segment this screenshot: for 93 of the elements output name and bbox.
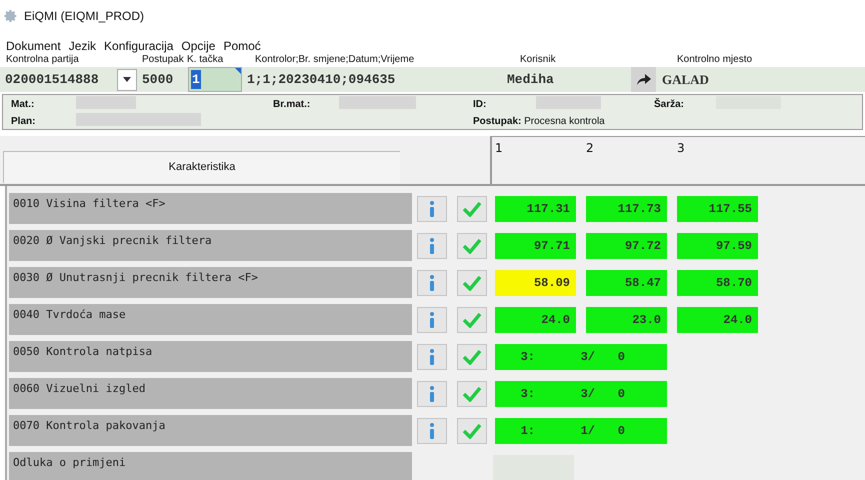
dropdown-button[interactable] — [117, 68, 137, 90]
plan-label: Plan: — [11, 115, 36, 129]
characteristic-label: 0070 Kontrola pakovanja — [9, 415, 412, 446]
batch-label: Šarža: — [654, 97, 684, 112]
user-value: Mediha — [507, 70, 555, 89]
location-label: Kontrolno mjesto — [677, 54, 752, 66]
checkmark-icon — [462, 423, 482, 439]
procedure-value: 5000 — [142, 70, 174, 89]
count-total: 3: — [520, 386, 535, 403]
controller-label: Kontrolor;Br. smjene;Datum;Vrijeme — [255, 54, 414, 66]
controller-value: 1;1;20230410;094635 — [247, 70, 396, 89]
info-button[interactable] — [417, 381, 447, 407]
checkmark-icon — [462, 275, 482, 291]
column-header: Karakteristika — [3, 151, 400, 183]
procedure-info: Postupak: Procesna kontrola — [473, 115, 605, 129]
check-button[interactable] — [457, 344, 487, 370]
corner-marker-icon — [235, 68, 241, 74]
info-button[interactable] — [417, 344, 447, 370]
info-icon — [429, 349, 435, 365]
column-header: 2 — [585, 140, 595, 157]
redacted-value — [76, 96, 136, 109]
characteristic-label: Odluka o primjeni — [9, 452, 412, 480]
menu-item[interactable]: Jezik — [68, 37, 96, 53]
checkmark-icon — [462, 386, 482, 402]
checkmark-icon — [462, 201, 482, 217]
id-label: ID: — [473, 98, 486, 112]
share-button[interactable] — [631, 67, 656, 92]
info-button[interactable] — [417, 196, 447, 222]
checkmark-icon — [462, 349, 482, 365]
measurement-value: 58.09 — [495, 270, 576, 296]
menu-item[interactable]: Konfiguracija — [104, 37, 174, 53]
material-number-label: Br.mat.: — [273, 98, 310, 112]
characteristic-label: 0050 Kontrola natpisa — [9, 341, 412, 372]
count-ok: 1/ — [580, 423, 595, 440]
caret-icon — [123, 77, 131, 82]
measurement-value: 24.0 — [495, 307, 576, 333]
column-header: 1 — [494, 140, 504, 157]
characteristic-label: 0020 Ø Vanjski precnik filtera — [9, 230, 412, 261]
measurement-value: 58.47 — [586, 270, 667, 296]
location-value: GALAD — [662, 70, 709, 89]
redacted-value — [536, 96, 601, 109]
info-button[interactable] — [417, 270, 447, 296]
column-header: 3 — [676, 140, 686, 157]
measurement-value: 97.72 — [586, 233, 667, 259]
procedure-label: Postupak — [142, 54, 184, 66]
info-button[interactable] — [417, 418, 447, 444]
count-failed: 0 — [616, 386, 625, 403]
info-icon — [429, 238, 435, 254]
info-button[interactable] — [417, 307, 447, 333]
characteristic-label: 0060 Vizuelni izgled — [9, 378, 412, 409]
info-icon — [429, 312, 435, 328]
info-icon — [429, 201, 435, 217]
count-total: 3: — [520, 349, 535, 366]
checkpoint-label: K. tačka — [187, 54, 224, 66]
check-button[interactable] — [457, 418, 487, 444]
measurement-value: 117.73 — [586, 196, 667, 222]
measurement-value: 24.0 — [677, 307, 758, 333]
check-button[interactable] — [457, 381, 487, 407]
measurement-value: 117.55 — [677, 196, 758, 222]
count-failed: 0 — [616, 423, 625, 440]
measurement-value: 97.59 — [677, 233, 758, 259]
check-button[interactable] — [457, 307, 487, 333]
forward-arrow-icon — [636, 74, 650, 85]
menu-item[interactable]: Pomoć — [223, 37, 261, 53]
menu-item[interactable]: Opcije — [181, 37, 216, 53]
count-total: 1: — [520, 423, 535, 440]
count-ok: 3/ — [580, 349, 595, 366]
characteristic-label: 0040 Tvrdoća mase — [9, 304, 412, 335]
menu-item[interactable]: Dokument — [6, 37, 61, 53]
window-title: EiQMI (EIQMI_PROD) — [24, 8, 144, 25]
lot-value: 020001514888 — [5, 70, 100, 89]
measurement-value: 97.71 — [495, 233, 576, 259]
measurement-value: 117.31 — [495, 196, 576, 222]
info-icon — [429, 423, 435, 439]
check-button[interactable] — [457, 270, 487, 296]
count-failed: 0 — [616, 349, 625, 366]
measurement-value: 58.70 — [677, 270, 758, 296]
info-icon — [429, 386, 435, 402]
characteristic-label: 0030 Ø Unutrasnji precnik filtera <F> — [9, 267, 412, 298]
gear-icon — [4, 9, 18, 23]
info-icon — [429, 275, 435, 291]
checkmark-icon — [462, 312, 482, 328]
check-button[interactable] — [457, 233, 487, 259]
checkmark-icon — [462, 238, 482, 254]
info-button[interactable] — [417, 233, 447, 259]
user-label: Korisnik — [520, 54, 556, 66]
measurement-value: 23.0 — [586, 307, 667, 333]
count-ok: 3/ — [580, 386, 595, 403]
lot-label: Kontrolna partija — [6, 54, 79, 66]
checkpoint-field[interactable]: 1 — [188, 67, 242, 92]
characteristic-label: 0010 Visina filtera <F> — [9, 193, 412, 224]
check-button[interactable] — [457, 196, 487, 222]
material-label: Mat.: — [11, 98, 34, 112]
